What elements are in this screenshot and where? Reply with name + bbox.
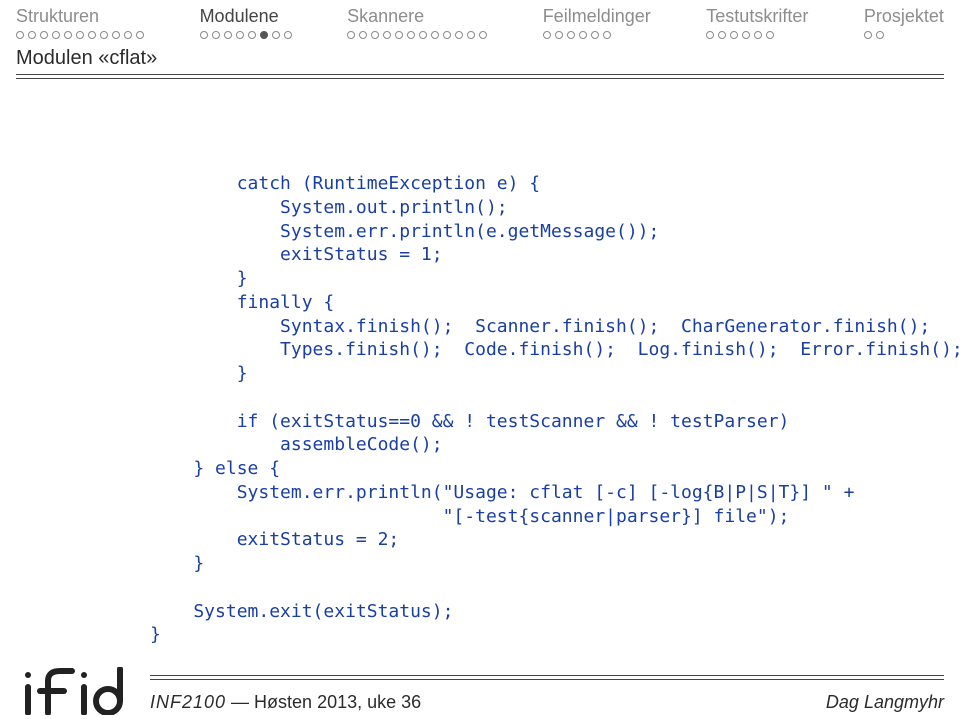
nav-item-2[interactable]: Skannere (347, 6, 487, 43)
nav-label: Testutskrifter (706, 6, 808, 27)
progress-dot[interactable] (64, 31, 72, 39)
progress-dot[interactable] (248, 31, 256, 39)
code-listing: catch (RuntimeException e) { System.out.… (0, 82, 960, 647)
progress-dot[interactable] (567, 31, 575, 39)
nav-item-5[interactable]: Prosjektet (864, 6, 944, 43)
progress-dot[interactable] (40, 31, 48, 39)
progress-dot[interactable] (224, 31, 232, 39)
slide-subtitle: Modulen «cflat» (16, 47, 944, 74)
nav-label: Prosjektet (864, 6, 944, 27)
progress-dot[interactable] (52, 31, 60, 39)
progress-dot[interactable] (124, 31, 132, 39)
progress-dot[interactable] (359, 31, 367, 39)
progress-dot[interactable] (136, 31, 144, 39)
progress-dot[interactable] (16, 31, 24, 39)
footer-author: Dag Langmyhr (826, 692, 944, 713)
footer-left: INF2100 — Høsten 2013, uke 36 (150, 692, 421, 713)
progress-dot[interactable] (467, 31, 475, 39)
progress-dot[interactable] (603, 31, 611, 39)
footer-double-rule (150, 675, 944, 681)
nav-progress-dots (347, 29, 487, 43)
progress-dot[interactable] (212, 31, 220, 39)
progress-dot[interactable] (431, 31, 439, 39)
progress-dot[interactable] (407, 31, 415, 39)
progress-dot[interactable] (730, 31, 738, 39)
progress-dot[interactable] (100, 31, 108, 39)
progress-dot[interactable] (443, 31, 451, 39)
progress-dot[interactable] (754, 31, 762, 39)
nav-progress-dots (543, 29, 611, 43)
progress-dot[interactable] (479, 31, 487, 39)
progress-dot[interactable] (395, 31, 403, 39)
nav-label: Strukturen (16, 6, 99, 27)
progress-dot[interactable] (455, 31, 463, 39)
progress-dot[interactable] (112, 31, 120, 39)
nav-item-4[interactable]: Testutskrifter (706, 6, 808, 43)
progress-dot[interactable] (766, 31, 774, 39)
nav-label: Feilmeldinger (543, 6, 651, 27)
progress-dot[interactable] (419, 31, 427, 39)
progress-dot[interactable] (718, 31, 726, 39)
footer-course-rest: — Høsten 2013, uke 36 (226, 692, 421, 712)
progress-dot[interactable] (371, 31, 379, 39)
progress-dot[interactable] (591, 31, 599, 39)
subtitle-bar: Modulen «cflat» (0, 43, 960, 80)
progress-dot[interactable] (579, 31, 587, 39)
progress-dot[interactable] (383, 31, 391, 39)
ifi-logo-icon (18, 667, 134, 715)
footer: INF2100 — Høsten 2013, uke 36 Dag Langmy… (0, 661, 960, 719)
progress-dot[interactable] (272, 31, 280, 39)
progress-dot[interactable] (28, 31, 36, 39)
progress-dot[interactable] (742, 31, 750, 39)
progress-dot[interactable] (543, 31, 551, 39)
nav-progress-dots (706, 29, 774, 43)
nav-item-0[interactable]: Strukturen (16, 6, 144, 43)
progress-dot[interactable] (876, 31, 884, 39)
progress-dot[interactable] (236, 31, 244, 39)
nav-item-1[interactable]: Modulene (200, 6, 292, 43)
progress-dot[interactable] (76, 31, 84, 39)
progress-dot[interactable] (555, 31, 563, 39)
double-rule (16, 74, 944, 80)
progress-dot[interactable] (284, 31, 292, 39)
nav-progress-dots (16, 29, 144, 43)
progress-dot[interactable] (347, 31, 355, 39)
progress-dot[interactable] (864, 31, 872, 39)
progress-dot[interactable] (260, 31, 268, 39)
progress-dot[interactable] (706, 31, 714, 39)
progress-dot[interactable] (200, 31, 208, 39)
nav-item-3[interactable]: Feilmeldinger (543, 6, 651, 43)
nav-progress-dots (864, 29, 884, 43)
progress-dot[interactable] (88, 31, 96, 39)
nav-tabs: Strukturen Modulene Skannere Feilmeldinger T… (0, 0, 960, 43)
nav-progress-dots (200, 29, 292, 43)
nav-label: Skannere (347, 6, 424, 27)
nav-label: Modulene (200, 6, 279, 27)
footer-course-code: INF2100 (150, 692, 226, 712)
